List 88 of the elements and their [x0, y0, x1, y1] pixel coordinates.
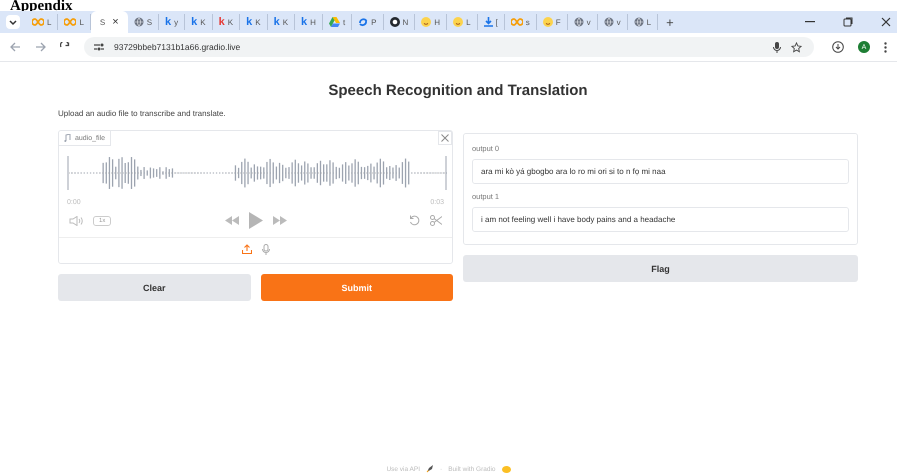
tab-title: [ — [496, 18, 498, 26]
tab-title: F — [556, 18, 561, 26]
tab-title: L — [47, 18, 52, 26]
tab-title: L — [466, 18, 471, 26]
tab-title: L — [646, 18, 652, 26]
restore-icon[interactable] — [843, 17, 853, 27]
description-text: Upload an audio file to transcribe and translate. — [58, 109, 227, 118]
k-logo-icon: k — [274, 16, 280, 28]
tab-title: K — [200, 18, 206, 26]
browser-tab[interactable]: k K — [268, 14, 296, 30]
browser-tab[interactable]: F — [536, 14, 568, 30]
tab-title: H — [434, 18, 440, 26]
forward-icon[interactable] — [35, 42, 46, 52]
site-settings-icon[interactable] — [94, 43, 104, 51]
browser-tab[interactable]: P — [352, 14, 384, 30]
browser-tab[interactable]: k y — [159, 14, 186, 30]
tab-title: N — [402, 18, 408, 26]
close-tab-icon[interactable]: × — [112, 16, 119, 28]
k-logo-icon: k — [301, 16, 308, 28]
browser-tab[interactable]: L — [628, 14, 658, 30]
browser-tab[interactable]: [ — [478, 14, 505, 30]
browser-tab[interactable]: s — [504, 14, 537, 30]
flag-button[interactable]: Flag — [463, 255, 858, 282]
back-icon[interactable] — [10, 42, 21, 52]
infinity-icon — [32, 18, 44, 26]
globe-icon — [134, 17, 144, 27]
rocket-icon — [426, 465, 434, 473]
address-field[interactable]: 93729bbeb7131b1a66.gradio.live — [84, 37, 814, 57]
infinity-icon — [64, 18, 76, 26]
browser-tab[interactable]: t — [322, 14, 352, 30]
browser-tab[interactable]: S × — [90, 11, 128, 33]
tab-title: s — [526, 18, 530, 26]
browser-tab[interactable]: N — [384, 14, 416, 30]
close-icon[interactable] — [881, 17, 891, 27]
scissors-icon[interactable] — [430, 215, 442, 226]
rewind-icon[interactable] — [224, 216, 238, 225]
url-text: 93729bbeb7131b1a66.gradio.live — [114, 42, 240, 52]
volume-icon[interactable] — [69, 216, 83, 226]
upload-icon[interactable] — [242, 244, 252, 254]
sync-icon — [358, 17, 368, 27]
output-textbox[interactable]: ara mi kò yá gbogbo ara lo ro mi ori si to n fọ mi naa — [472, 159, 849, 184]
app-title: Speech Recognition and Translation — [327, 82, 589, 99]
k-logo-icon: k — [218, 16, 225, 28]
globe-icon — [574, 17, 584, 27]
k-logo-icon: k — [246, 16, 252, 28]
infinity-icon — [510, 18, 523, 26]
tab-title: K — [255, 18, 261, 26]
tab-title: L — [79, 18, 84, 26]
undo-icon[interactable] — [409, 215, 420, 226]
download-icon — [484, 17, 493, 27]
browser-tab[interactable]: L — [447, 14, 478, 30]
k-logo-icon: k — [191, 16, 198, 28]
browser-tab[interactable]: k K — [240, 14, 268, 30]
minimize-icon[interactable] — [805, 21, 815, 23]
tab-title: H — [310, 18, 316, 26]
globe-icon — [604, 17, 614, 27]
globe-icon — [634, 17, 644, 27]
browser-tab[interactable]: k H — [295, 14, 323, 30]
tab-title: K — [282, 18, 288, 26]
tab-title: S — [100, 18, 106, 26]
tab-title: t — [342, 18, 346, 26]
play-icon[interactable] — [248, 212, 262, 229]
browser-tab[interactable]: L — [58, 14, 91, 30]
music-note-icon — [64, 134, 71, 142]
tab-title: K — [228, 18, 234, 26]
browser-tab[interactable]: L — [26, 14, 58, 30]
download-icon[interactable] — [832, 41, 844, 53]
new-tab-button[interactable]: + — [666, 14, 674, 30]
microphone-icon[interactable] — [773, 42, 781, 52]
browser-tab[interactable]: S — [128, 14, 160, 30]
tab-title: S — [146, 18, 152, 26]
browser-tab[interactable]: k K — [185, 14, 213, 30]
fast-forward-icon[interactable] — [272, 216, 286, 225]
tab-title: P — [371, 18, 377, 26]
tab-title: v — [586, 18, 591, 26]
browser-tab[interactable]: H — [415, 14, 448, 30]
tab-title: y — [174, 18, 178, 26]
star-icon[interactable] — [791, 42, 802, 52]
browser-tab[interactable]: v — [568, 14, 598, 30]
triangle-icon — [328, 17, 340, 27]
output-textbox[interactable]: i am not feeling well i have body pains and a headache — [472, 207, 849, 232]
more-menu-icon[interactable] — [884, 42, 887, 52]
k-logo-icon: k — [165, 16, 172, 28]
browser-tab[interactable]: v — [598, 14, 628, 30]
clear-button[interactable]: Clear — [58, 274, 250, 301]
browser-tab[interactable]: k K — [212, 14, 240, 30]
chevron-down-icon[interactable] — [6, 15, 20, 29]
tab-title: v — [616, 18, 621, 26]
